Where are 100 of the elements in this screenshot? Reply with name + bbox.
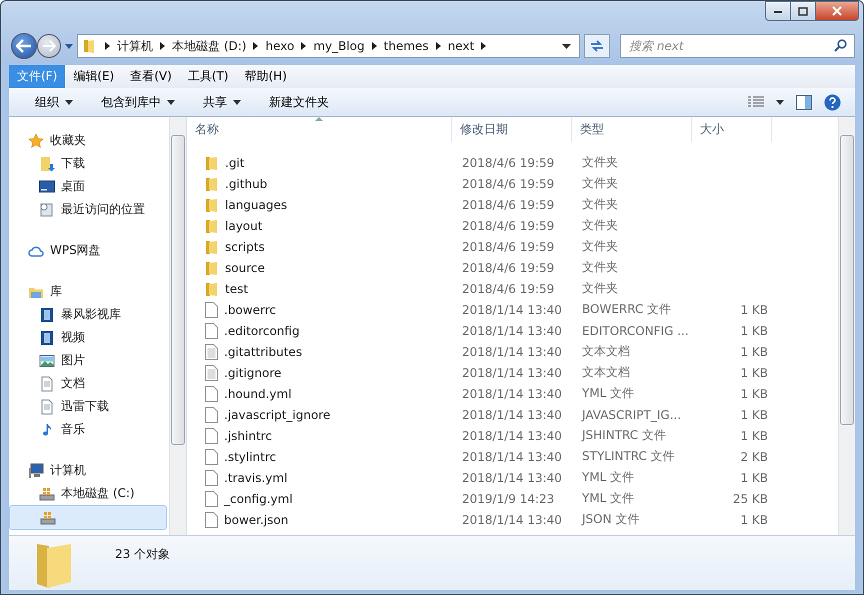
address-bar[interactable]: 计算机 本地磁盘 (D:) hexo my_Blog themes next: [77, 34, 580, 58]
sidebar-item[interactable]: 最近访问的位置: [9, 198, 169, 221]
file-name[interactable]: .git: [225, 156, 244, 170]
sidebar-item[interactable]: 视频: [9, 326, 169, 349]
column-header[interactable]: 名称: [187, 117, 452, 142]
file-name[interactable]: .github: [225, 176, 268, 190]
file-name[interactable]: .bowerrc: [224, 302, 276, 316]
file-size: 2 KB: [740, 450, 768, 464]
file-type: 文件夹: [582, 197, 618, 211]
menu-item[interactable]: 帮助(H): [236, 65, 295, 88]
column-header[interactable]: 大小: [692, 117, 772, 142]
file-type: 文件夹: [582, 176, 618, 190]
preview-pane-icon[interactable]: [796, 94, 812, 110]
file-name[interactable]: source: [225, 260, 265, 274]
chevron-icon[interactable]: [436, 42, 441, 50]
file-name[interactable]: _config.yml: [224, 492, 293, 506]
chevron-icon[interactable]: [481, 42, 486, 50]
dropdown-caret-icon: [167, 100, 175, 104]
file-name[interactable]: .jshintrc: [224, 428, 272, 442]
column-header[interactable]: 修改日期: [452, 117, 572, 142]
file-type: 文件夹: [582, 239, 618, 253]
file-name[interactable]: .stylintrc: [224, 450, 276, 464]
desktop-icon: [39, 178, 55, 194]
sidebar-item[interactable]: 库: [9, 280, 169, 303]
close-button[interactable]: [815, 1, 859, 21]
file-icon: [205, 386, 218, 402]
sidebar-item[interactable]: 计算机: [9, 459, 169, 482]
folder-icon: [205, 280, 219, 296]
search-field[interactable]: 搜索 next: [620, 34, 855, 58]
sidebar-item[interactable]: 收藏夹: [9, 129, 169, 152]
sort-arrow-icon: [315, 117, 323, 121]
forward-button[interactable]: [37, 34, 61, 58]
view-options-icon[interactable]: [748, 96, 764, 108]
file-type: 文件夹: [582, 260, 618, 274]
file-type: JSHINTRC 文件: [582, 428, 666, 442]
file-size: 1 KB: [740, 408, 768, 422]
menu-item[interactable]: 查看(V): [122, 65, 180, 88]
file-name[interactable]: .editorconfig: [224, 324, 300, 338]
modified-date: 2018/1/14 13:40: [462, 366, 562, 380]
breadcrumb-item[interactable]: 计算机: [117, 38, 153, 54]
breadcrumb-item[interactable]: themes: [384, 39, 429, 53]
column-header[interactable]: 类型: [572, 117, 692, 142]
dropdown-caret-icon[interactable]: [562, 44, 571, 48]
modified-date: 2018/1/14 13:40: [462, 324, 562, 338]
sidebar-item[interactable]: 桌面: [9, 175, 169, 198]
file-name[interactable]: .gitignore: [224, 366, 282, 380]
sidebar-item[interactable]: 暴风影视库: [9, 303, 169, 326]
file-name[interactable]: .hound.yml: [224, 386, 292, 400]
caret-icon[interactable]: [65, 44, 73, 48]
help-icon[interactable]: [824, 94, 841, 110]
breadcrumb-item[interactable]: hexo: [265, 39, 294, 53]
sidebar-item[interactable]: 下载: [9, 152, 169, 175]
file-name[interactable]: .gitattributes: [224, 344, 302, 358]
scrollbar[interactable]: [838, 117, 855, 535]
sidebar-item[interactable]: WPS网盘: [9, 239, 169, 262]
close-icon: [831, 6, 843, 16]
file-name[interactable]: .travis.yml: [224, 470, 288, 484]
file-size: 1 KB: [740, 386, 768, 400]
breadcrumb-item[interactable]: 本地磁盘 (D:): [172, 38, 246, 54]
document-icon: [39, 376, 55, 392]
scrollbar[interactable]: [169, 117, 186, 535]
back-button[interactable]: [11, 33, 37, 59]
file-type: YML 文件: [582, 491, 634, 505]
sidebar-item[interactable]: 本地磁盘 (C:): [9, 482, 169, 505]
toolbar-button[interactable]: 共享: [195, 92, 249, 112]
file-name[interactable]: layout: [225, 218, 262, 232]
sidebar-item[interactable]: 音乐: [9, 418, 169, 441]
file-name[interactable]: test: [225, 282, 248, 296]
modified-date: 2018/1/14 13:40: [462, 386, 562, 400]
breadcrumb-item[interactable]: my_Blog: [313, 39, 365, 53]
menu-item[interactable]: 工具(T): [180, 65, 236, 88]
minimize-button[interactable]: [765, 1, 791, 21]
chevron-icon[interactable]: [253, 42, 258, 50]
file-name[interactable]: scripts: [225, 240, 265, 254]
chevron-icon[interactable]: [105, 42, 110, 50]
file-size: 1 KB: [740, 512, 768, 526]
picture-icon: [39, 352, 55, 368]
menu-item[interactable]: 编辑(E): [65, 65, 122, 88]
sidebar-item[interactable]: 图片: [9, 349, 169, 372]
chevron-icon[interactable]: [160, 42, 165, 50]
refresh-button[interactable]: [584, 34, 610, 58]
sidebar-item[interactable]: 文档: [9, 372, 169, 395]
modified-date: 2018/4/6 19:59: [462, 218, 554, 232]
modified-date: 2018/1/14 13:40: [462, 512, 562, 526]
maximize-button[interactable]: [790, 1, 816, 21]
chevron-icon[interactable]: [301, 42, 306, 50]
file-icon: [205, 322, 218, 338]
file-name[interactable]: languages: [225, 198, 288, 212]
file-name[interactable]: .javascript_ignore: [224, 408, 330, 422]
file-icon: [205, 428, 218, 444]
breadcrumb-item[interactable]: next: [448, 39, 474, 53]
toolbar-button[interactable]: 组织: [27, 92, 81, 112]
chevron-icon[interactable]: [372, 42, 377, 50]
toolbar-button[interactable]: 包含到库中: [93, 92, 183, 112]
toolbar-button[interactable]: 新建文件夹: [261, 92, 337, 112]
dropdown-caret-icon[interactable]: [776, 100, 784, 104]
modified-date: 2019/1/9 14:23: [462, 492, 554, 506]
sidebar-item[interactable]: 迅雷下载: [9, 395, 169, 418]
file-type: JAVASCRIPT_IG...: [582, 408, 682, 422]
file-name[interactable]: bower.json: [224, 512, 288, 526]
